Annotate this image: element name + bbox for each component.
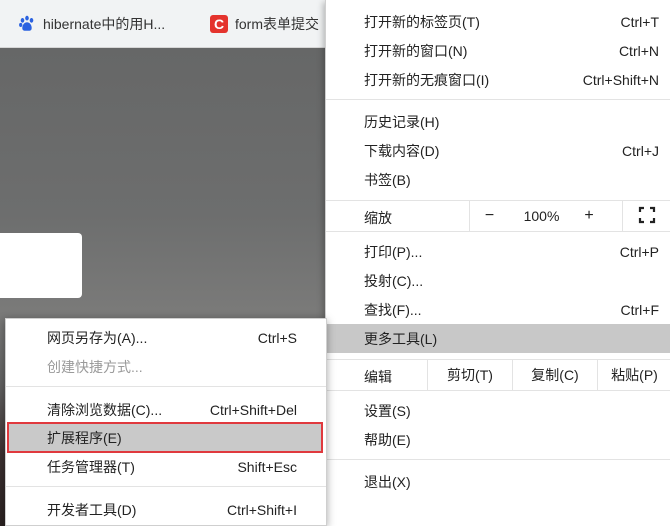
cut-button[interactable]: 剪切(T) (427, 360, 512, 390)
menu-label: 开发者工具(D) (47, 501, 137, 518)
menu-label: 退出(X) (364, 473, 411, 490)
menu-settings[interactable]: 设置(S) (326, 396, 670, 425)
fullscreen-button[interactable] (622, 201, 670, 231)
bookmark-label: form表单提交 (235, 16, 319, 32)
zoom-level: 100% (523, 208, 560, 224)
menu-downloads[interactable]: 下载内容(D) Ctrl+J (326, 136, 670, 165)
menu-separator (326, 99, 670, 100)
menu-zoom-row: 缩放 − 100% + (326, 201, 670, 231)
menu-exit[interactable]: 退出(X) (326, 467, 670, 496)
menu-find[interactable]: 查找(F)... Ctrl+F (326, 295, 670, 324)
submenu-dev-tools[interactable]: 开发者工具(D) Ctrl+Shift+I (6, 495, 326, 524)
menu-shortcut: Ctrl+Shift+I (226, 501, 297, 518)
menu-shortcut: Ctrl+Shift+N (582, 71, 659, 88)
fullscreen-icon (638, 206, 656, 227)
menu-label: 下载内容(D) (364, 142, 440, 159)
submenu-extensions[interactable]: 扩展程序(E) (7, 422, 323, 453)
menu-label: 帮助(E) (364, 431, 411, 448)
page-card (0, 233, 82, 298)
bookmark-label: hibernate中的用H... (43, 16, 166, 32)
zoom-label: 缩放 (364, 210, 392, 226)
menu-shortcut: Shift+Esc (237, 458, 297, 475)
menu-print[interactable]: 打印(P)... Ctrl+P (326, 237, 670, 266)
menu-label: 打印(P)... (364, 243, 423, 260)
zoom-out-button[interactable]: − (469, 201, 509, 231)
more-tools-submenu: 网页另存为(A)... Ctrl+S 创建快捷方式... 清除浏览数据(C)..… (5, 318, 327, 526)
menu-shortcut: Ctrl+J (622, 142, 659, 159)
submenu-clear-data[interactable]: 清除浏览数据(C)... Ctrl+Shift+Del (6, 395, 326, 424)
menu-separator (326, 459, 670, 460)
menu-separator (326, 390, 670, 391)
menu-label: 打开新的标签页(T) (364, 13, 480, 30)
menu-label: 创建快捷方式... (47, 358, 143, 375)
submenu-task-manager[interactable]: 任务管理器(T) Shift+Esc (6, 452, 326, 481)
copy-button[interactable]: 复制(C) (512, 360, 597, 390)
menu-shortcut: Ctrl+T (620, 13, 660, 30)
menu-shortcut: Ctrl+Shift+Del (209, 401, 297, 418)
menu-edit-row: 编辑 剪切(T) 复制(C) 粘贴(P) (326, 360, 670, 390)
menu-bookmarks[interactable]: 书签(B) (326, 165, 670, 194)
menu-separator (6, 486, 326, 487)
menu-label: 打开新的窗口(N) (364, 42, 468, 59)
menu-cast[interactable]: 投射(C)... (326, 266, 670, 295)
submenu-create-shortcut: 创建快捷方式... (6, 352, 326, 381)
menu-label: 设置(S) (364, 402, 411, 419)
menu-label: 更多工具(L) (364, 330, 438, 347)
bookmark-hibernate[interactable]: hibernate中的用H... (18, 12, 165, 36)
zoom-in-button[interactable]: + (574, 201, 604, 231)
menu-shortcut: Ctrl+F (620, 301, 660, 318)
menu-shortcut: Ctrl+N (618, 42, 659, 59)
chrome-main-menu: 打开新的标签页(T) Ctrl+T 打开新的窗口(N) Ctrl+N 打开新的无… (325, 0, 670, 526)
menu-new-incognito[interactable]: 打开新的无痕窗口(I) Ctrl+Shift+N (326, 65, 670, 94)
paste-button[interactable]: 粘贴(P) (597, 360, 670, 390)
menu-new-window[interactable]: 打开新的窗口(N) Ctrl+N (326, 36, 670, 65)
bookmark-form[interactable]: C form表单提交 (210, 12, 319, 36)
menu-more-tools[interactable]: 更多工具(L) (326, 324, 670, 353)
menu-label: 清除浏览数据(C)... (47, 401, 163, 418)
menu-label: 网页另存为(A)... (47, 329, 148, 346)
menu-separator (326, 231, 670, 232)
menu-label: 任务管理器(T) (47, 458, 135, 475)
submenu-save-page[interactable]: 网页另存为(A)... Ctrl+S (6, 323, 326, 352)
csdn-icon: C (210, 15, 228, 33)
menu-shortcut: Ctrl+S (257, 329, 297, 346)
menu-label: 书签(B) (364, 171, 411, 188)
menu-label: 打开新的无痕窗口(I) (364, 71, 490, 88)
baidu-paw-icon (18, 15, 36, 33)
edit-label: 编辑 (364, 369, 392, 385)
menu-label: 投射(C)... (364, 272, 424, 289)
menu-label: 扩展程序(E) (47, 429, 122, 446)
menu-label: 历史记录(H) (364, 113, 440, 130)
menu-separator (6, 386, 326, 387)
menu-shortcut: Ctrl+P (619, 243, 659, 260)
menu-history[interactable]: 历史记录(H) (326, 107, 670, 136)
menu-new-tab[interactable]: 打开新的标签页(T) Ctrl+T (326, 7, 670, 36)
menu-label: 查找(F)... (364, 301, 422, 318)
menu-help[interactable]: 帮助(E) (326, 425, 670, 454)
